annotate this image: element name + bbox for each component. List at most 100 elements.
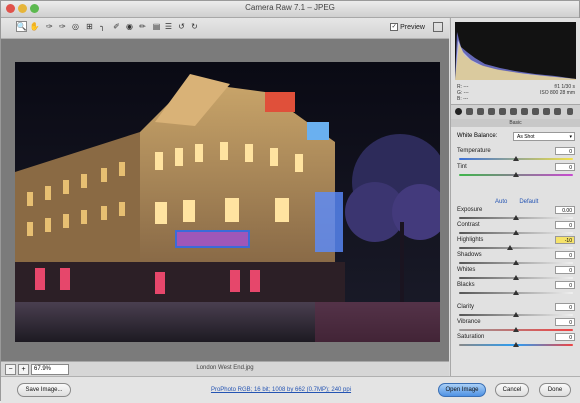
slider-value-field[interactable]: 0: [555, 221, 575, 229]
presets-tab-icon[interactable]: [543, 108, 550, 115]
slider-value-field[interactable]: 0: [555, 333, 575, 341]
slider-value-field[interactable]: 0: [555, 163, 575, 171]
preview-checkbox[interactable]: ✓ Preview: [390, 22, 443, 32]
slider-value-field[interactable]: 0.00: [555, 206, 575, 214]
white-balance-label: White Balance:: [457, 133, 498, 139]
slider-label: Vibrance: [457, 319, 481, 325]
preview-label: Preview: [400, 23, 425, 31]
slider-thumb[interactable]: [513, 230, 519, 235]
effects-tab-icon[interactable]: [521, 108, 528, 115]
crop-icon[interactable]: ⊞: [84, 21, 95, 32]
slider-clarity: Clarity 0: [457, 303, 575, 318]
slider-label: Clarity: [457, 304, 475, 310]
slider-label: Shadows: [457, 252, 482, 258]
slider-label: Exposure: [457, 207, 483, 213]
slider-thumb[interactable]: [513, 342, 519, 347]
spot-removal-icon[interactable]: ✐: [111, 21, 122, 32]
white-balance-value: As Shot: [517, 134, 535, 140]
slider-value-field[interactable]: 0: [555, 303, 575, 311]
auto-link[interactable]: Auto: [495, 199, 507, 205]
slider-label: Blacks: [457, 282, 475, 288]
done-button[interactable]: Done: [539, 383, 571, 397]
slider-thumb[interactable]: [513, 275, 519, 280]
slider-value-field[interactable]: -10: [555, 236, 575, 244]
b-label: B:: [457, 96, 462, 102]
slider-contrast: Contrast 0: [457, 221, 575, 236]
slider-value-field[interactable]: 0: [555, 281, 575, 289]
pixel-info: R: --- G: --- B: --- f/1 1/30 s ISO 800 …: [457, 84, 575, 102]
white-balance-icon[interactable]: ✑: [44, 21, 55, 32]
panel-menu-icon[interactable]: [567, 108, 573, 115]
slider-label: Whites: [457, 267, 476, 273]
slider-label: Saturation: [457, 334, 485, 340]
rotate-cw-icon[interactable]: ↻: [189, 21, 200, 32]
hsl-tab-icon[interactable]: [488, 108, 495, 115]
adjustment-brush-icon[interactable]: ✏: [137, 21, 148, 32]
white-balance-row: White Balance: As Shot ▾: [457, 132, 575, 142]
slider-thumb[interactable]: [513, 290, 519, 295]
default-link[interactable]: Default: [519, 199, 538, 205]
color-sampler-icon[interactable]: ✑: [57, 21, 68, 32]
detail-tab-icon[interactable]: [477, 108, 484, 115]
bottom-bar: Save Image... ProPhoto RGB; 16 bit; 1008…: [1, 376, 580, 403]
targeted-adjustment-icon[interactable]: ◎: [70, 21, 81, 32]
red-eye-icon[interactable]: ◉: [124, 21, 135, 32]
chevron-down-icon: ▾: [569, 134, 572, 140]
graduated-filter-icon[interactable]: ▤: [151, 21, 162, 32]
basic-tab-icon[interactable]: [455, 108, 462, 115]
slider-label: Temperature: [457, 148, 491, 154]
cancel-button[interactable]: Cancel: [495, 383, 529, 397]
camera-raw-window: Camera Raw 7.1 – JPEG 🔍 ✋ ✑ ✑ ◎ ⊞ ╮ ✐ ◉ …: [0, 0, 580, 403]
histogram: [455, 22, 576, 80]
slider-value-field[interactable]: 0: [555, 251, 575, 259]
slider-thumb[interactable]: [513, 156, 519, 161]
slider-blacks: Blacks 0: [457, 281, 575, 296]
camera-calibration-tab-icon[interactable]: [532, 108, 539, 115]
slider-temperature: Temperature 0: [457, 147, 575, 162]
hand-icon[interactable]: ✋: [29, 21, 40, 32]
window-title: Camera Raw 7.1 – JPEG: [245, 3, 335, 12]
snapshots-tab-icon[interactable]: [554, 108, 561, 115]
slider-shadows: Shadows 0: [457, 251, 575, 266]
image-canvas[interactable]: [1, 39, 449, 361]
image-filename: London West End.jpg: [196, 365, 254, 371]
zoom-icon[interactable]: 🔍: [16, 21, 27, 32]
workflow-options-link[interactable]: ProPhoto RGB; 16 bit; 1008 by 662 (0.7MP…: [201, 387, 361, 393]
slider-thumb[interactable]: [513, 327, 519, 332]
slider-value-field[interactable]: 0: [555, 147, 575, 155]
slider-value-field[interactable]: 0: [555, 318, 575, 326]
rotate-ccw-icon[interactable]: ↺: [176, 21, 187, 32]
slider-thumb[interactable]: [513, 215, 519, 220]
tone-curve-tab-icon[interactable]: [466, 108, 473, 115]
adjustments-panel: R: --- G: --- B: --- f/1 1/30 s ISO 800 …: [450, 18, 580, 376]
slider-thumb[interactable]: [513, 312, 519, 317]
slider-value-field[interactable]: 0: [555, 266, 575, 274]
slider-exposure: Exposure 0.00: [457, 206, 575, 221]
fullscreen-icon[interactable]: [433, 22, 443, 32]
tool-bar: 🔍 ✋ ✑ ✑ ◎ ⊞ ╮ ✐ ◉ ✏ ▤ ☰ ↺ ↻ ✓ Preview: [1, 18, 449, 39]
slider-thumb[interactable]: [513, 172, 519, 177]
b-value: ---: [463, 96, 469, 102]
lens-corrections-tab-icon[interactable]: [510, 108, 517, 115]
title-bar: Camera Raw 7.1 – JPEG: [1, 1, 579, 18]
open-image-button[interactable]: Open Image: [438, 383, 486, 397]
section-title: Basic: [451, 119, 580, 127]
slider-label: Tint: [457, 164, 467, 170]
preferences-icon[interactable]: ☰: [163, 21, 174, 32]
white-balance-select[interactable]: As Shot ▾: [513, 132, 575, 141]
save-image-button[interactable]: Save Image...: [17, 383, 71, 397]
status-bar: − + 67.9% London West End.jpg: [1, 361, 449, 376]
slider-label: Contrast: [457, 222, 480, 228]
photo-preview: [15, 62, 440, 342]
slider-track[interactable]: [459, 247, 573, 249]
slider-thumb[interactable]: [507, 245, 514, 250]
slider-vibrance: Vibrance 0: [457, 318, 575, 333]
slider-thumb[interactable]: [513, 260, 519, 265]
auto-default-links: Auto Default: [495, 199, 538, 205]
split-toning-tab-icon[interactable]: [499, 108, 506, 115]
slider-saturation: Saturation 0: [457, 333, 575, 348]
slider-tint: Tint 0: [457, 163, 575, 178]
straighten-icon[interactable]: ╮: [97, 21, 108, 32]
checkbox-icon: ✓: [390, 23, 399, 31]
panel-tabs: [451, 104, 580, 120]
